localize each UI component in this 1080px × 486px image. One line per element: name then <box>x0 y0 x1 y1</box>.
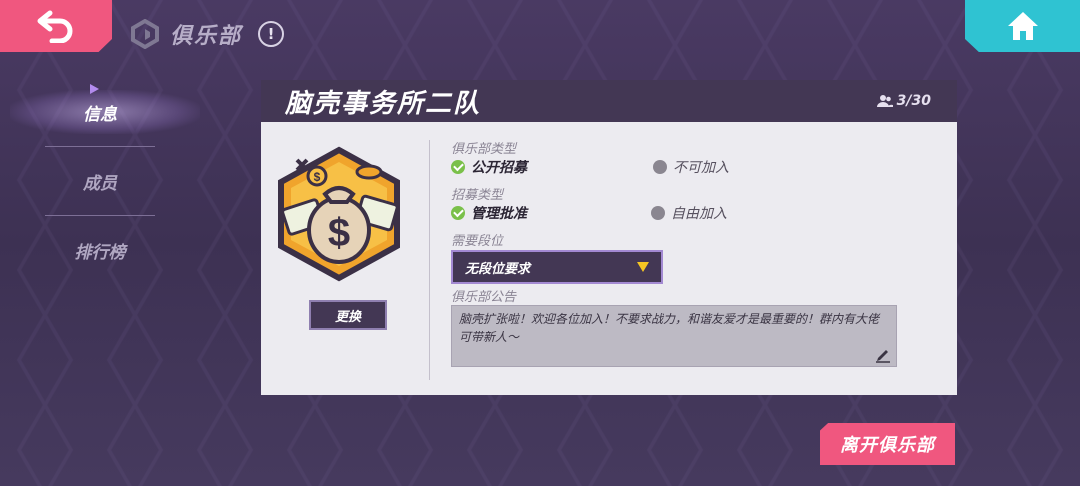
club-type-option-closed[interactable]: 不可加入 <box>653 157 729 177</box>
sidebar-item-leaderboard[interactable]: 排行榜 <box>0 216 200 284</box>
back-button[interactable] <box>0 0 112 52</box>
radio-icon <box>651 206 665 220</box>
page-header: 俱乐部 ! <box>130 18 285 50</box>
club-name: 脑壳事务所二队 <box>285 88 482 119</box>
recruit-type-option-approval[interactable]: 管理批准 <box>451 203 527 223</box>
club-type-option-public[interactable]: 公开招募 <box>451 157 527 177</box>
info-icon[interactable]: ! <box>258 21 285 47</box>
sidebar-item-label: 排行榜 <box>74 242 126 263</box>
svg-text:$: $ <box>314 170 321 184</box>
check-icon <box>451 160 465 174</box>
notice-text: 脑壳扩张啦！欢迎各位加入！不要求战力，和谐友爱才是最重要的！群内有大佬可带新人～ <box>459 312 880 344</box>
notice-label: 俱乐部公告 <box>451 290 517 305</box>
club-logo-icon <box>131 19 159 49</box>
club-type-label: 俱乐部类型 <box>451 142 517 157</box>
leave-club-button[interactable]: 离开俱乐部 <box>820 423 955 465</box>
money-bag-emblem: $ $ <box>278 146 400 282</box>
check-icon <box>451 206 465 220</box>
sidebar-item-label: 信息 <box>83 104 117 125</box>
sidebar: 信息 成员 排行榜 <box>0 78 200 284</box>
radio-icon <box>653 160 667 174</box>
home-icon <box>1007 12 1038 40</box>
sidebar-item-members[interactable]: 成员 <box>0 147 200 215</box>
option-label: 管理批准 <box>471 206 527 222</box>
members-icon <box>876 95 893 107</box>
svg-text:$: $ <box>328 211 350 255</box>
page-title: 俱乐部 <box>170 24 243 49</box>
divider <box>429 140 430 380</box>
option-label: 不可加入 <box>673 160 729 176</box>
chevron-down-icon <box>637 262 649 272</box>
sidebar-item-info[interactable]: 信息 <box>0 78 200 146</box>
member-count-value: 3/30 <box>896 93 931 109</box>
change-emblem-button[interactable]: 更换 <box>309 300 387 330</box>
sidebar-item-label: 成员 <box>83 173 117 194</box>
panel-header: 脑壳事务所二队 3/30 <box>261 80 957 122</box>
option-label: 自由加入 <box>671 206 727 222</box>
option-label: 公开招募 <box>471 160 527 176</box>
rank-label: 需要段位 <box>451 234 504 249</box>
recruit-type-label: 招募类型 <box>451 188 504 203</box>
rank-select[interactable]: 无段位要求 <box>451 250 663 284</box>
notice-textarea[interactable]: 脑壳扩张啦！欢迎各位加入！不要求战力，和谐友爱才是最重要的！群内有大佬可带新人～ <box>451 305 897 367</box>
back-arrow-icon <box>37 10 73 43</box>
home-button[interactable] <box>965 0 1080 52</box>
rank-select-value: 无段位要求 <box>465 261 531 277</box>
club-info-panel: 脑壳事务所二队 3/30 $ $ 更换 俱乐部类型 公开招募 不可加入 招募类型… <box>261 80 957 395</box>
member-count: 3/30 <box>876 93 931 109</box>
edit-icon[interactable] <box>875 347 891 363</box>
recruit-type-option-free[interactable]: 自由加入 <box>651 203 727 223</box>
